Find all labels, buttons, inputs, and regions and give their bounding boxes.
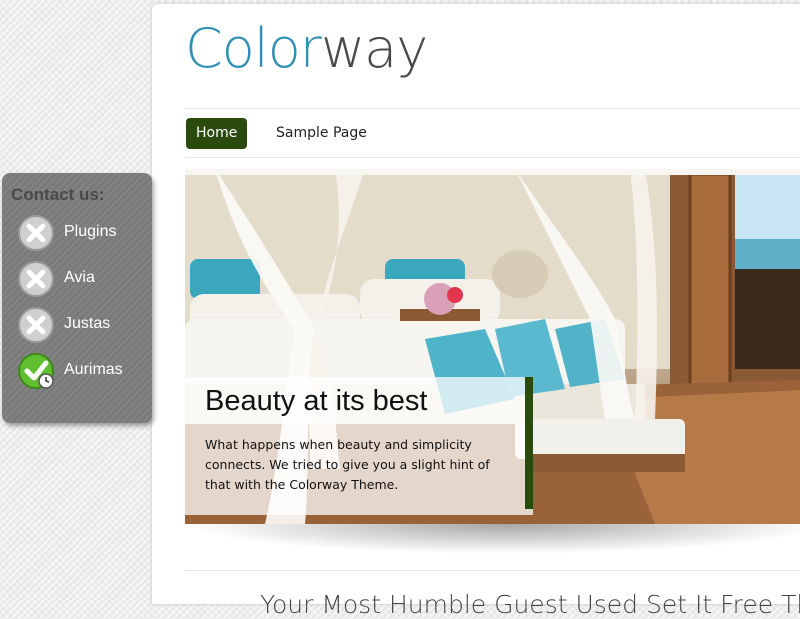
featured-slider[interactable]: Beauty at its best What happens when bea…: [185, 169, 800, 524]
main-navigation: Home Sample Page: [185, 108, 800, 158]
online-check-icon: [18, 353, 54, 389]
contact-widget: Contact us: Plugins Avia Justas Aurimas: [2, 173, 152, 423]
slider-shadow: [185, 524, 800, 554]
contact-name: Plugins: [64, 223, 117, 240]
contact-item-avia[interactable]: Avia: [16, 259, 146, 299]
nav-item-home[interactable]: Home: [186, 118, 248, 149]
offline-x-icon: [18, 307, 54, 343]
slider-caption-text: What happens when beauty and simplicity …: [205, 437, 490, 492]
contact-name: Aurimas: [64, 361, 123, 378]
contact-name: Justas: [64, 315, 111, 332]
slider-caption: Beauty at its best What happens when bea…: [185, 377, 533, 515]
offline-x-icon: [18, 261, 54, 297]
caption-accent-bar: [525, 377, 533, 509]
page-content: Colorway Home Sample Page Beauty at its …: [151, 3, 800, 619]
contact-item-aurimas[interactable]: Aurimas: [16, 351, 146, 391]
nav-item-sample-page[interactable]: Sample Page: [266, 118, 377, 149]
slider-caption-title: Beauty at its best: [205, 385, 428, 417]
contact-item-plugins[interactable]: Plugins: [16, 213, 146, 253]
contact-name: Avia: [64, 269, 95, 286]
contact-item-justas[interactable]: Justas: [16, 305, 146, 345]
contact-title: Contact us:: [11, 185, 105, 204]
site-logo[interactable]: Colorway: [185, 22, 428, 76]
offline-x-icon: [18, 215, 54, 251]
post-title[interactable]: Your Most Humble Guest Used Set It Free …: [260, 590, 800, 619]
content-divider: [185, 570, 800, 571]
